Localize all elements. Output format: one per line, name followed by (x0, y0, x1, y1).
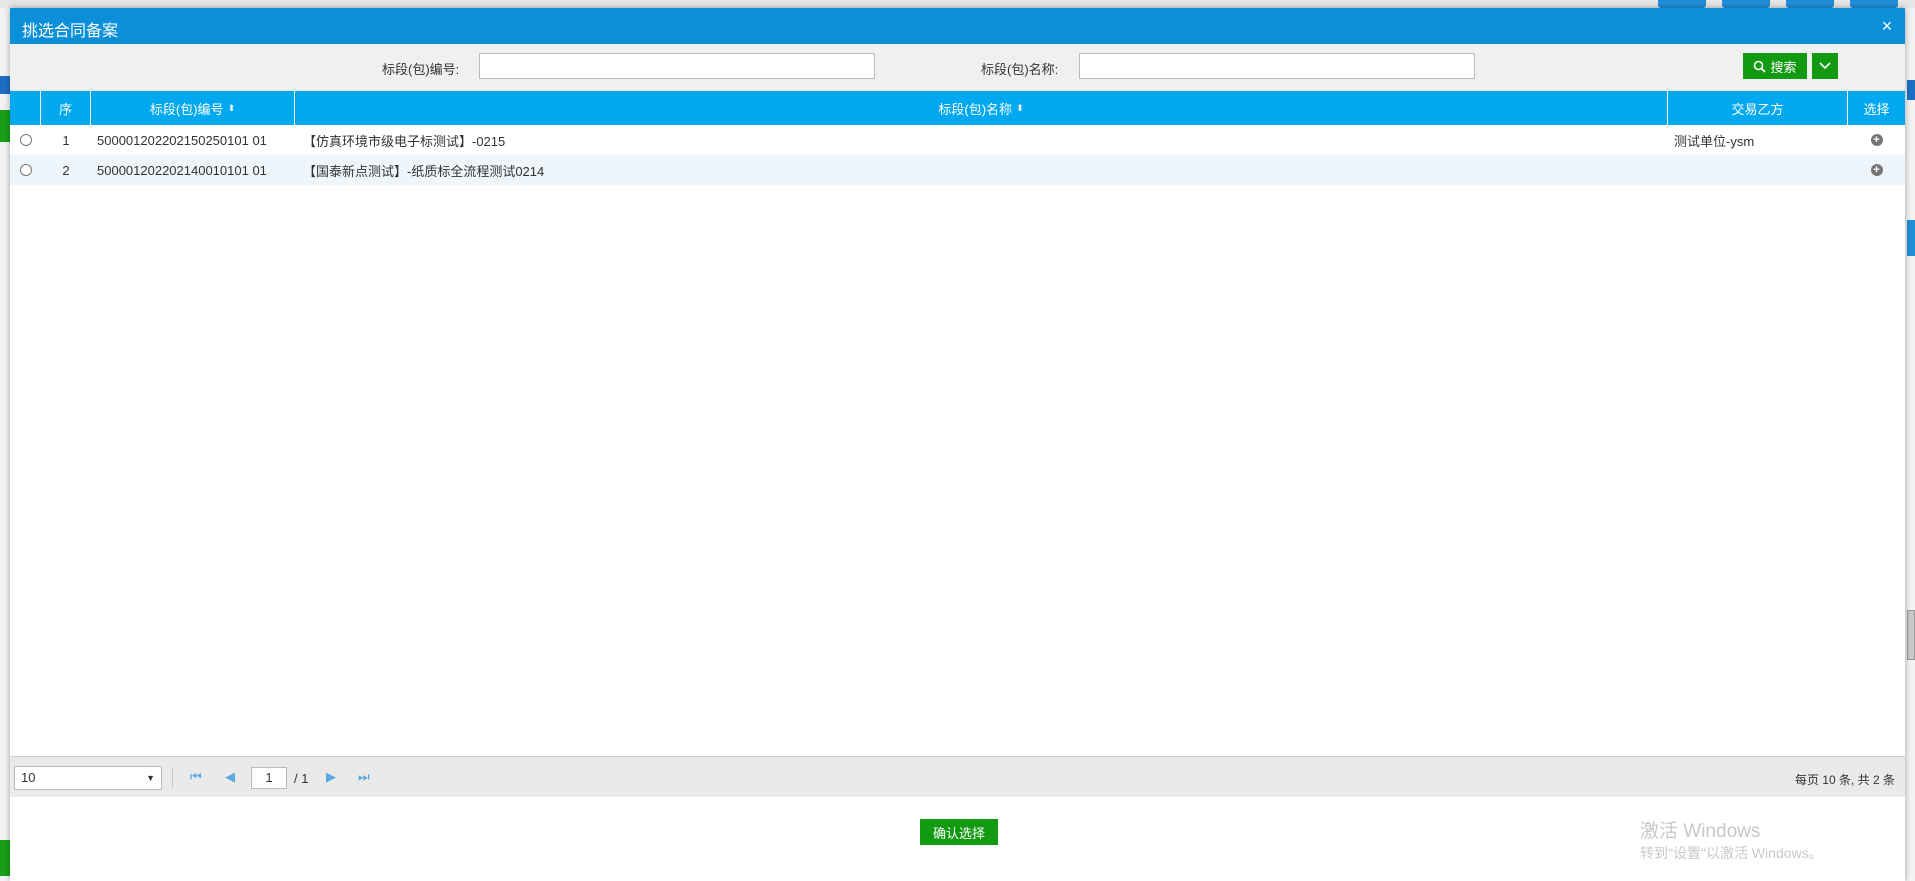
page-size-value: 10 (21, 770, 36, 785)
background-edge (0, 110, 10, 142)
background-scrollbar (1907, 610, 1915, 660)
background-edge (1907, 80, 1915, 100)
header-code-label: 标段(包)编号 (149, 101, 224, 117)
background-tab (1722, 0, 1770, 8)
header-party: 交易乙方 (1668, 91, 1848, 125)
confirm-selection-button[interactable]: 确认选择 (920, 819, 998, 845)
header-seq-label: 序 (58, 101, 72, 117)
close-icon[interactable]: × (1877, 16, 1897, 36)
first-page-icon[interactable]: ⏮ (190, 769, 202, 785)
header-party-label: 交易乙方 (1731, 101, 1784, 117)
search-button-label: 搜索 (1770, 59, 1797, 75)
plus-circle-icon[interactable]: + (1870, 134, 1883, 146)
row-seq: 2 (62, 162, 70, 178)
background-edge (0, 840, 10, 876)
code-input[interactable] (479, 53, 875, 79)
row-radio-cell[interactable] (10, 164, 41, 176)
header-seq: 序 (41, 91, 91, 125)
next-page-icon[interactable]: ▶ (326, 769, 336, 785)
row-name: 【国泰新点测试】-纸质标全流程测试0214 (303, 163, 545, 179)
background-tab (1850, 0, 1898, 8)
prev-page-icon[interactable]: ◀ (225, 769, 235, 785)
chevron-down-icon (1819, 62, 1831, 70)
row-radio[interactable] (19, 164, 32, 176)
background-page-top (0, 0, 1915, 8)
activation-watermark-text: 转到"设置"以激活 Windows。 (1640, 845, 1823, 861)
row-party: 测试单位-ysm (1674, 133, 1755, 149)
row-radio[interactable] (19, 134, 32, 146)
header-name-label: 标段(包)名称 (938, 101, 1013, 117)
activation-watermark-title: 激活 Windows (1640, 821, 1761, 842)
table-row[interactable]: 2 500001202202140010101 01 【国泰新点测试】-纸质标全… (10, 155, 1905, 185)
sort-icon: ⬍ (1016, 102, 1024, 113)
header-radio (10, 91, 41, 125)
pager-summary: 每页 10 条, 共 2 条 (1794, 773, 1895, 787)
row-seq: 1 (62, 132, 70, 148)
caret-down-icon: ▼ (146, 773, 155, 783)
page-total: / 1 (294, 771, 309, 786)
row-select-cell[interactable]: + (1848, 164, 1905, 176)
plus-circle-icon[interactable]: + (1870, 164, 1883, 176)
table-row[interactable]: 1 500001202202150250101 01 【仿真环境市级电子标测试】… (10, 125, 1905, 155)
search-icon (1754, 60, 1767, 73)
expand-search-button[interactable] (1812, 53, 1838, 79)
row-code: 500001202202140010101 01 (97, 162, 267, 178)
grid-header: 序 标段(包)编号 ⬍ 标段(包)名称 ⬍ 交易乙方 选择 (10, 91, 1905, 125)
code-label: 标段(包)编号: (382, 62, 460, 77)
sort-icon: ⬍ (227, 102, 236, 113)
pager: 10 ▼ ⏮ ◀ 1 / 1 ▶ ⏭ 每页 10 条, 共 2 条 (10, 756, 1905, 797)
background-tab (1658, 0, 1706, 8)
header-select: 选择 (1848, 91, 1905, 125)
dialog-title: 挑选合同备案 (22, 23, 119, 40)
row-select-cell[interactable]: + (1848, 134, 1905, 146)
name-input[interactable] (1079, 53, 1475, 79)
dialog-title-bar: 挑选合同备案 × (10, 8, 1905, 44)
header-code[interactable]: 标段(包)编号 ⬍ (91, 91, 295, 125)
contract-grid: 序 标段(包)编号 ⬍ 标段(包)名称 ⬍ 交易乙方 选择 1 50000120… (10, 91, 1905, 185)
page-size-select[interactable]: 10 ▼ (14, 766, 162, 790)
header-name[interactable]: 标段(包)名称 ⬍ (295, 91, 1668, 125)
background-edge (1907, 220, 1915, 256)
page-number-input[interactable]: 1 (251, 767, 287, 789)
name-label: 标段(包)名称: (981, 62, 1059, 77)
pager-divider (172, 768, 173, 788)
background-tab (1786, 0, 1834, 8)
background-edge (0, 76, 10, 94)
search-bar: 标段(包)编号: 标段(包)名称: 搜索 (10, 44, 1905, 91)
last-page-icon[interactable]: ⏭ (358, 769, 370, 785)
row-code: 500001202202150250101 01 (97, 132, 267, 148)
header-select-label: 选择 (1863, 101, 1890, 117)
select-contract-dialog: 挑选合同备案 × 标段(包)编号: 标段(包)名称: 搜索 序 标段(包)编号 … (10, 8, 1905, 881)
row-name: 【仿真环境市级电子标测试】-0215 (303, 133, 506, 149)
row-radio-cell[interactable] (10, 134, 41, 146)
search-button[interactable]: 搜索 (1743, 53, 1807, 79)
